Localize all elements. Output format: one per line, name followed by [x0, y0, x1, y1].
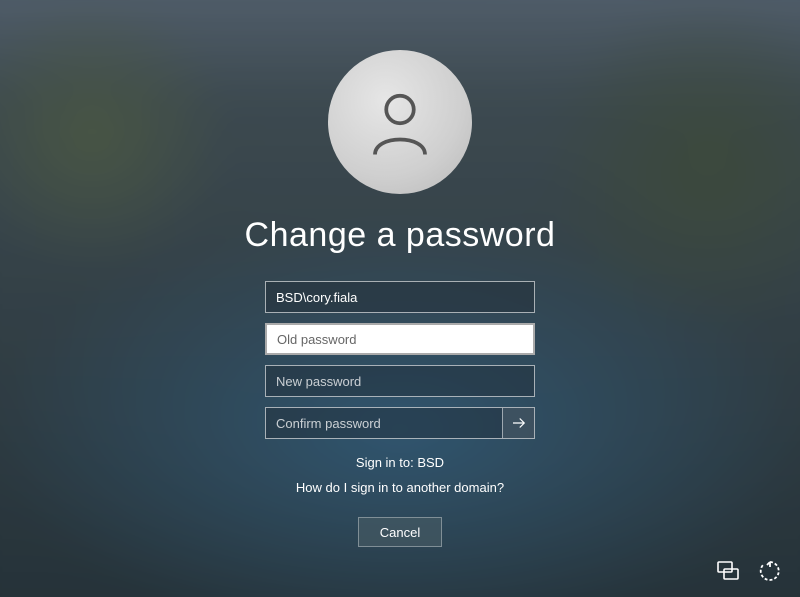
signin-domain-label: Sign in to: BSD: [296, 455, 504, 470]
arrow-right-icon: [510, 414, 528, 432]
page-title: Change a password: [245, 216, 556, 255]
change-password-panel: Change a password Sign in to: BSD How do…: [220, 50, 580, 547]
user-avatar: [328, 50, 472, 194]
old-password-field[interactable]: [267, 325, 533, 353]
cancel-button[interactable]: Cancel: [358, 517, 442, 547]
submit-button[interactable]: [502, 408, 534, 438]
old-password-field-wrapper: [265, 323, 535, 355]
new-password-field[interactable]: [266, 366, 534, 396]
other-domain-link[interactable]: How do I sign in to another domain?: [296, 480, 504, 495]
network-button[interactable]: [716, 559, 740, 583]
new-password-field-wrapper: [265, 365, 535, 397]
system-tray: [716, 559, 782, 583]
hints: Sign in to: BSD How do I sign in to anot…: [296, 455, 504, 495]
network-icon: [716, 559, 740, 583]
change-password-form: [265, 281, 535, 439]
confirm-password-field[interactable]: [266, 408, 502, 438]
ease-of-access-button[interactable]: [758, 559, 782, 583]
confirm-password-field-wrapper: [265, 407, 535, 439]
ease-of-access-icon: [758, 559, 782, 583]
cancel-button-label: Cancel: [380, 525, 420, 540]
username-field[interactable]: [266, 282, 534, 312]
person-icon: [360, 82, 440, 162]
username-field-wrapper: [265, 281, 535, 313]
